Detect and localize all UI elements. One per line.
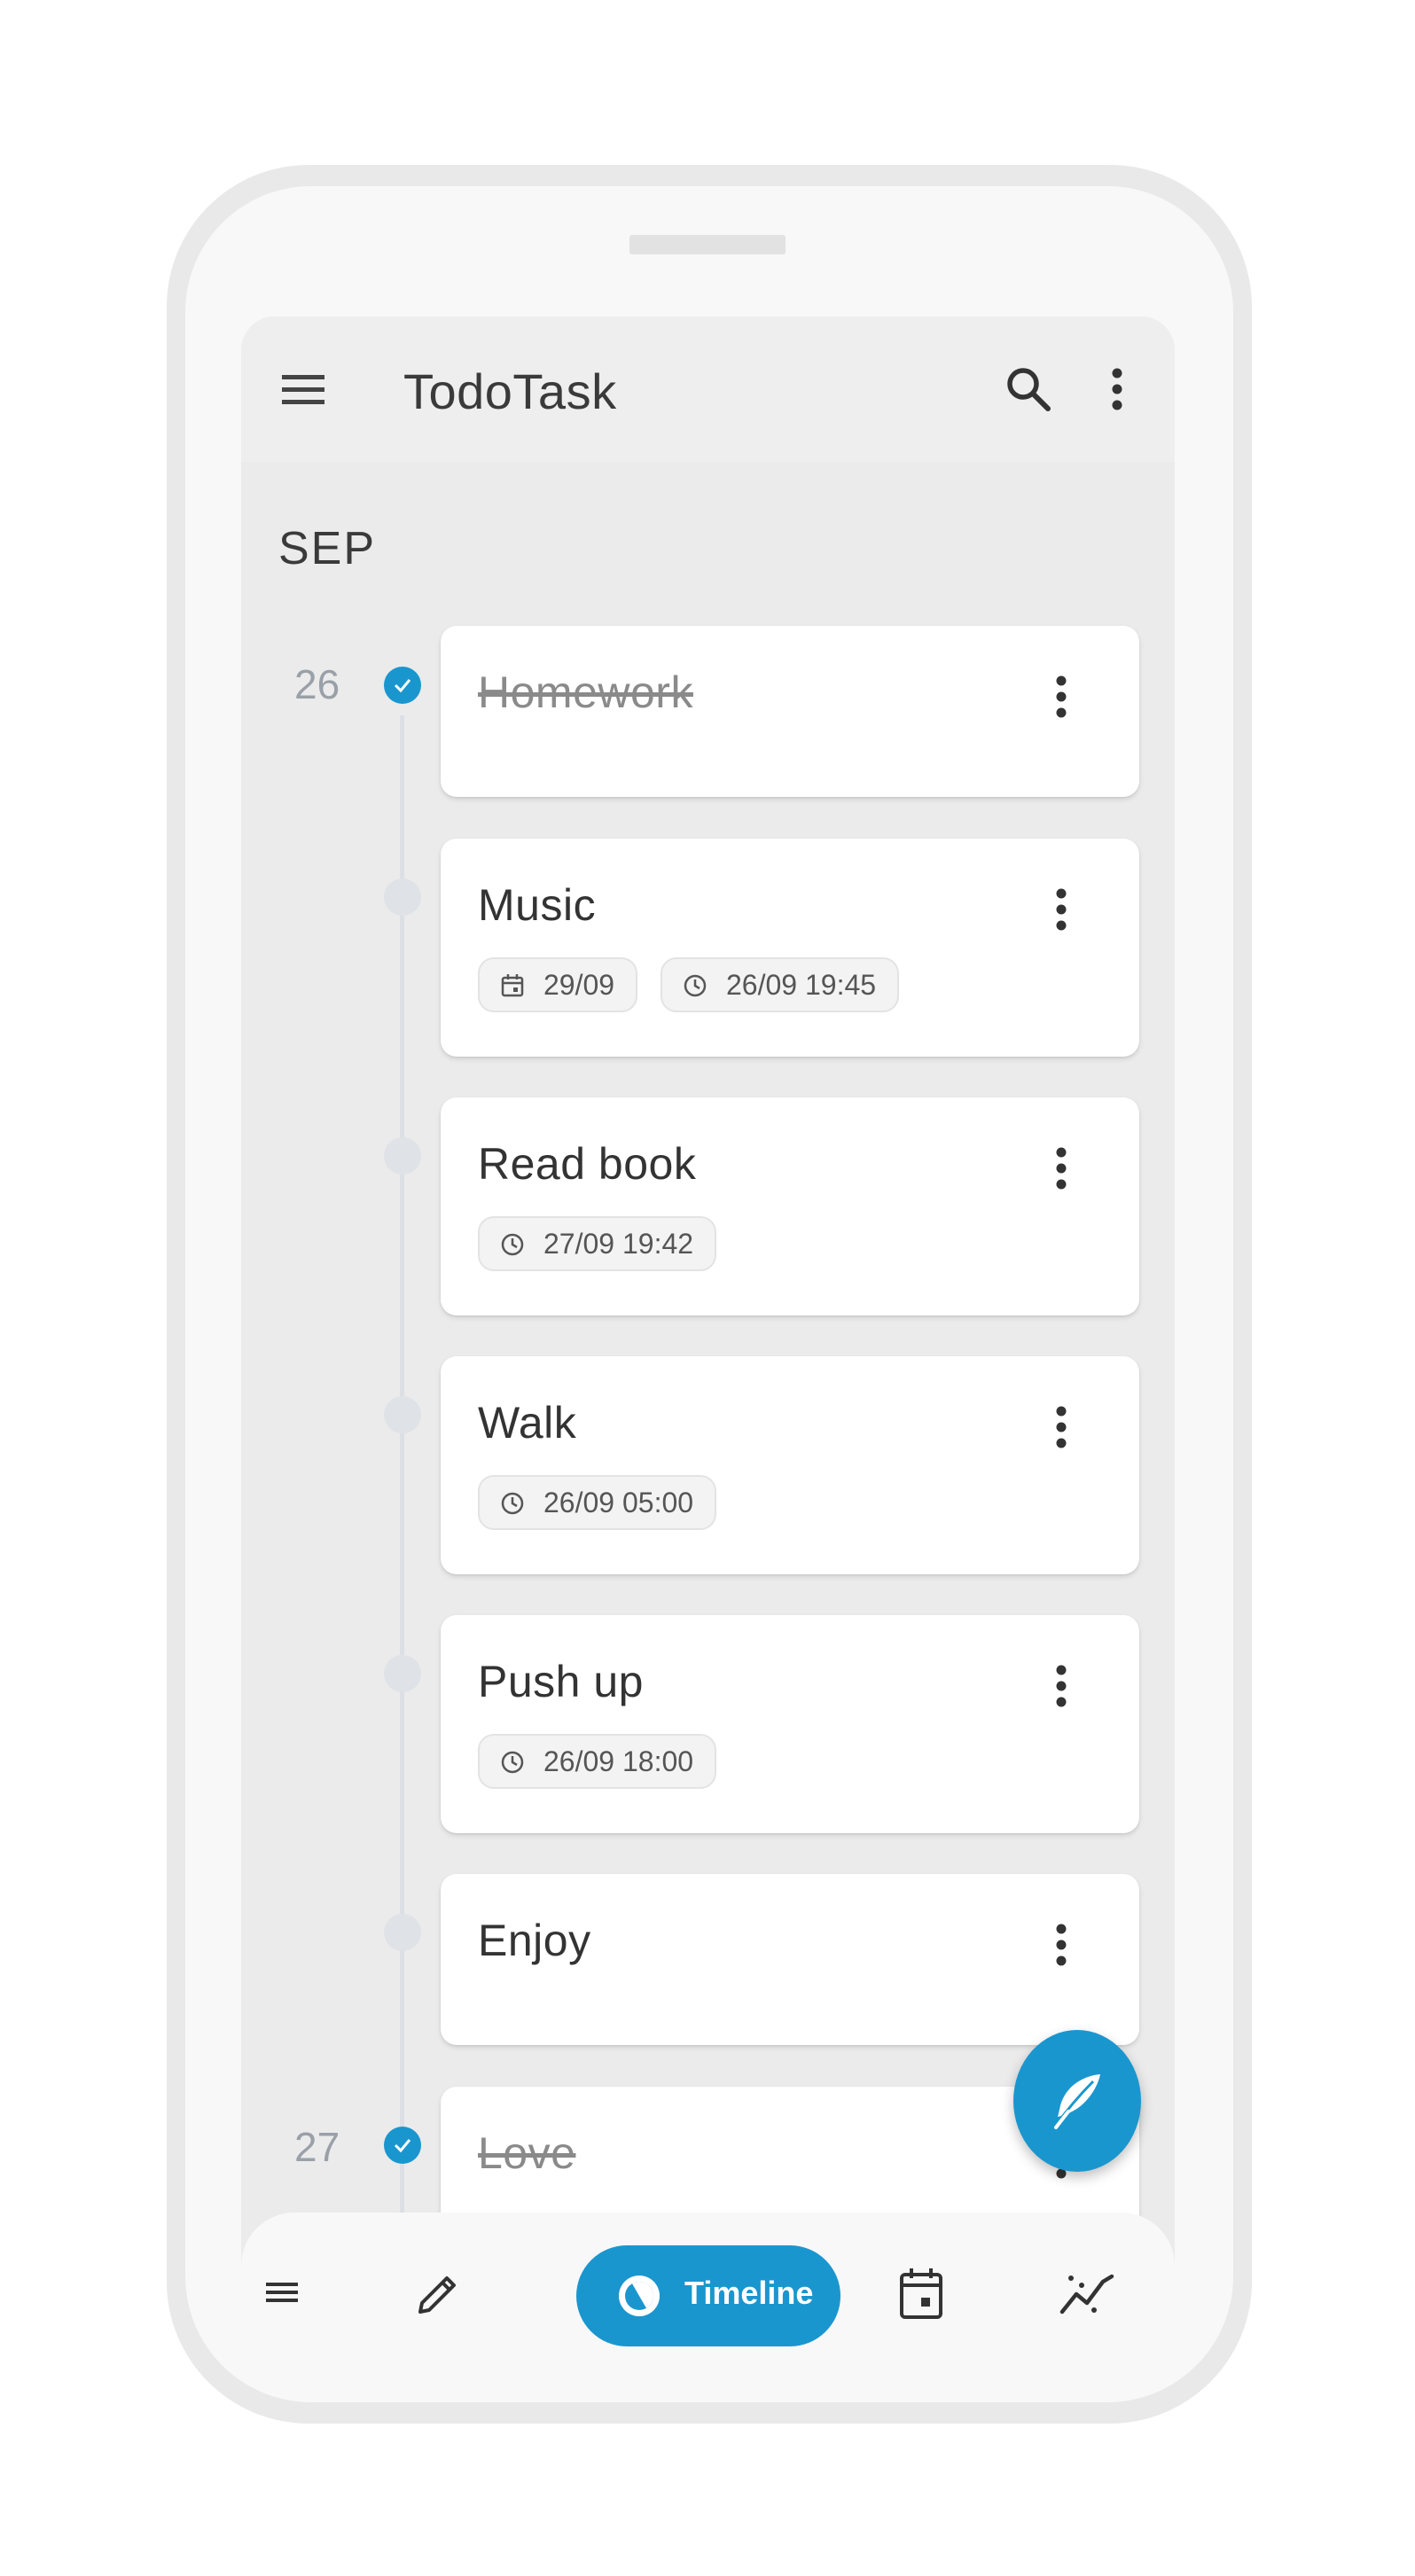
task-card[interactable]: Read book 27/09 19:42 — [441, 1097, 1139, 1315]
task-dot[interactable] — [384, 878, 421, 916]
task-card[interactable]: Music 29/09 26/09 19:45 — [441, 839, 1139, 1057]
task-card[interactable]: Homework — [441, 626, 1139, 797]
task-card[interactable]: Enjoy — [441, 1874, 1139, 2045]
task-dot[interactable] — [384, 1137, 421, 1175]
task-done-dot[interactable] — [384, 667, 421, 704]
more-vert-icon[interactable] — [1099, 363, 1135, 416]
bottom-navigation: Timeline — [241, 2213, 1175, 2369]
menu-icon[interactable] — [280, 366, 326, 412]
task-done-dot[interactable] — [384, 2127, 421, 2164]
add-task-fab[interactable] — [1013, 2030, 1141, 2172]
timeline-line — [400, 715, 404, 2369]
task-card[interactable]: Push up 26/09 18:00 — [441, 1615, 1139, 1833]
task-title: Push up — [478, 1657, 644, 1706]
chart-icon[interactable] — [1059, 2268, 1115, 2317]
clock-icon — [684, 974, 707, 997]
feather-icon — [1052, 2074, 1100, 2129]
task-title: Love — [478, 2128, 576, 2178]
check-icon — [394, 2139, 411, 2153]
timeline-icon — [619, 2275, 660, 2316]
more-vert-icon[interactable] — [1044, 883, 1079, 936]
due-date-chip[interactable]: 29/09 — [478, 957, 638, 1012]
task-title: Music — [478, 880, 597, 930]
menu-icon[interactable] — [264, 2275, 300, 2310]
clock-icon — [501, 1751, 524, 1774]
nav-timeline-label: Timeline — [684, 2275, 814, 2311]
reminder-chip[interactable]: 26/09 19:45 — [661, 957, 900, 1012]
chip-text: 27/09 19:42 — [543, 1228, 694, 1260]
task-title: Walk — [478, 1398, 577, 1448]
task-title: Read book — [478, 1139, 697, 1189]
calendar-icon — [501, 974, 524, 997]
app-bar: TodoTask — [241, 316, 1175, 462]
chip-text: 26/09 05:00 — [543, 1487, 694, 1518]
phone-speaker — [629, 235, 786, 254]
task-dot[interactable] — [384, 1396, 421, 1433]
task-title: Enjoy — [478, 1916, 591, 1965]
more-vert-icon[interactable] — [1044, 1401, 1079, 1454]
task-card[interactable]: Walk 26/09 05:00 — [441, 1356, 1139, 1574]
check-icon — [394, 679, 411, 693]
clock-icon — [501, 1233, 524, 1256]
day-label: 26 — [294, 661, 340, 707]
task-dot[interactable] — [384, 1655, 421, 1692]
more-vert-icon[interactable] — [1044, 670, 1079, 723]
chip-text: 26/09 19:45 — [726, 969, 877, 1001]
task-dot[interactable] — [384, 1914, 421, 1951]
clock-icon — [501, 1492, 524, 1515]
reminder-chip[interactable]: 26/09 18:00 — [478, 1734, 717, 1789]
task-title: Homework — [478, 667, 693, 717]
reminder-chip[interactable]: 26/09 05:00 — [478, 1475, 717, 1530]
more-vert-icon[interactable] — [1044, 1659, 1079, 1713]
day-label: 27 — [294, 2124, 340, 2170]
more-vert-icon[interactable] — [1044, 1918, 1079, 1971]
chip-text: 26/09 18:00 — [543, 1745, 694, 1777]
calendar-icon[interactable] — [897, 2266, 945, 2322]
month-label: SEP — [278, 523, 377, 574]
search-icon[interactable] — [1002, 363, 1055, 416]
nav-timeline-button[interactable]: Timeline — [576, 2245, 840, 2346]
reminder-chip[interactable]: 27/09 19:42 — [478, 1216, 717, 1271]
pencil-icon[interactable] — [413, 2269, 463, 2319]
app-title: TodoTask — [403, 363, 617, 419]
chip-text: 29/09 — [543, 969, 615, 1001]
more-vert-icon[interactable] — [1044, 1142, 1079, 1195]
